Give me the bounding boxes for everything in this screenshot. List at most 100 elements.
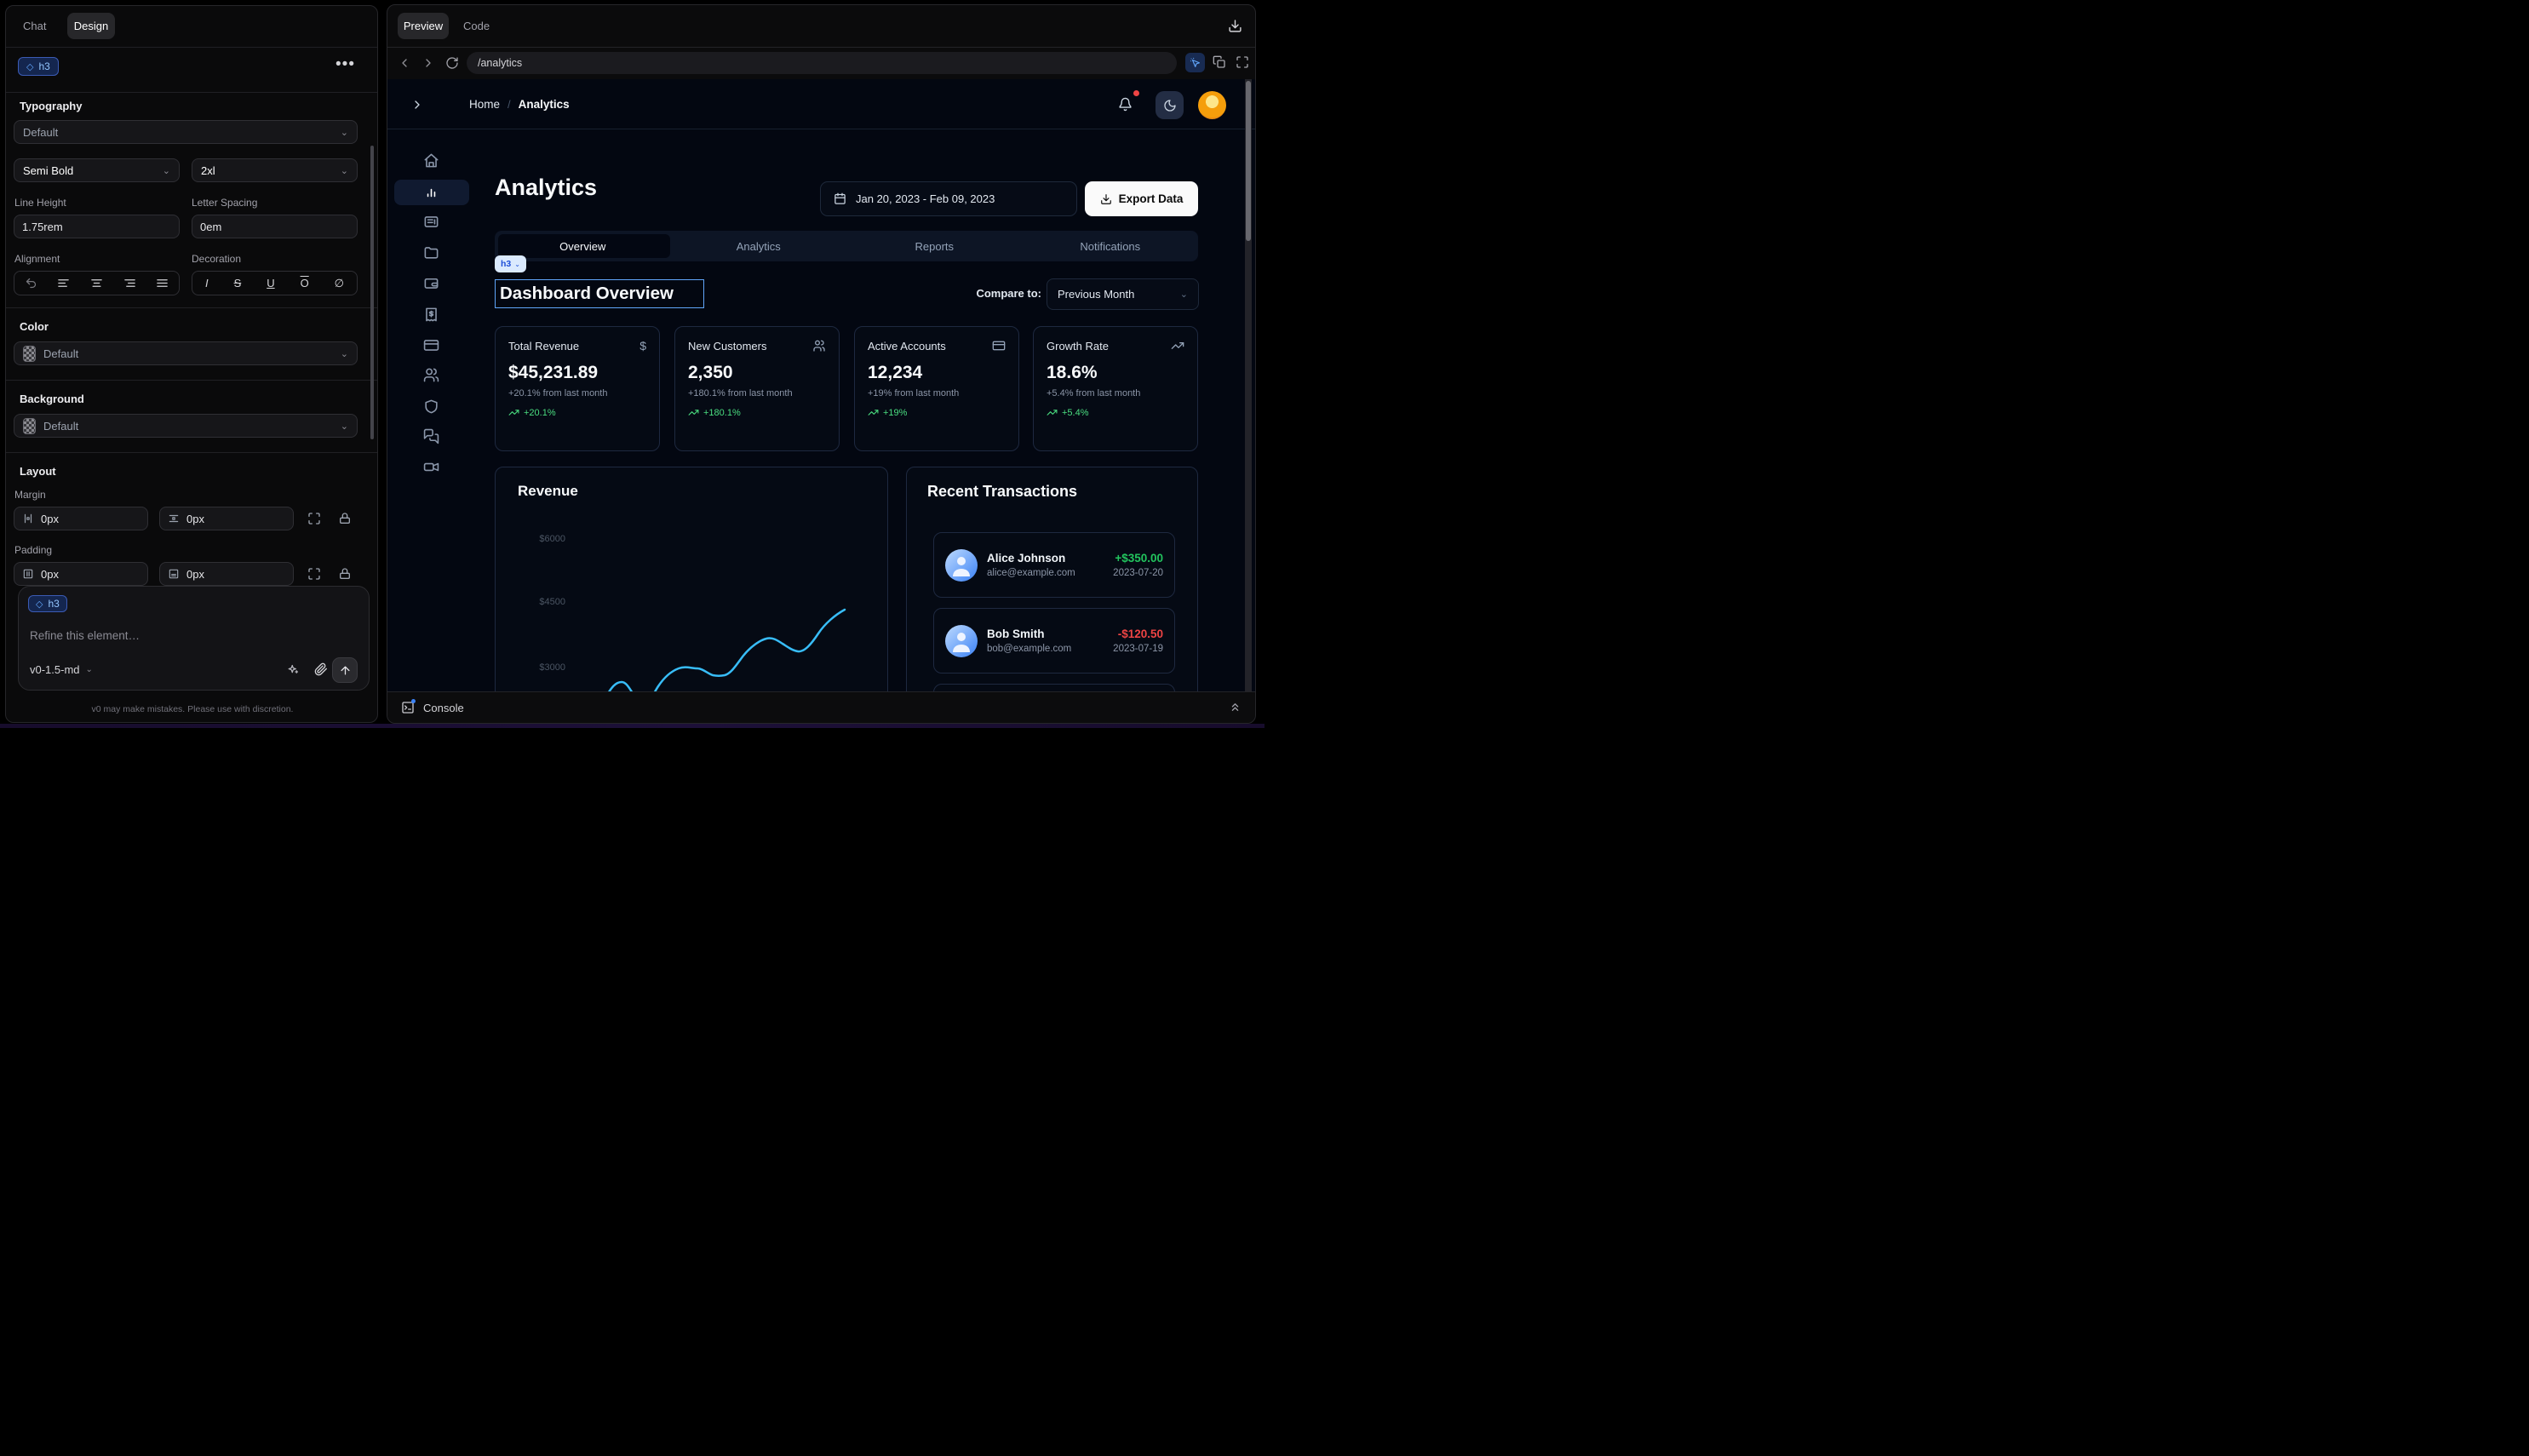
strikethrough-button[interactable]: S (234, 277, 242, 289)
color-swatch-icon (23, 346, 36, 362)
preview-tab[interactable]: Preview (398, 13, 449, 39)
model-select[interactable]: v0-1.5-md ⌄ (30, 663, 93, 676)
attach-file-button[interactable] (314, 662, 328, 676)
padding-lock-button[interactable] (338, 567, 352, 581)
letter-spacing-label: Letter Spacing (192, 197, 257, 209)
newspaper-icon[interactable] (423, 214, 439, 230)
receipt-icon[interactable] (423, 307, 439, 323)
refresh-button[interactable] (445, 56, 459, 70)
letter-spacing-input[interactable]: 0em (192, 215, 358, 238)
home-icon[interactable] (423, 152, 439, 169)
background-select[interactable]: Default ⌄ (14, 414, 358, 438)
wallet-icon[interactable] (423, 275, 439, 291)
diamond-icon: ◇ (26, 61, 33, 72)
background-section-label: Background (20, 393, 84, 405)
margin-lock-button[interactable] (338, 512, 352, 525)
avatar[interactable] (1198, 91, 1226, 119)
send-button[interactable] (332, 657, 358, 683)
font-family-select[interactable]: Default ⌄ (14, 120, 358, 144)
video-icon[interactable] (423, 459, 439, 475)
chat-context-badge[interactable]: ◇ h3 (28, 595, 67, 612)
stat-subtext: +180.1% from last month (688, 388, 826, 398)
credit-card-icon (992, 339, 1006, 353)
bar-chart-icon[interactable] (423, 185, 439, 201)
shield-icon[interactable] (423, 398, 439, 415)
padding-x-input[interactable]: 0px (14, 562, 148, 586)
selected-heading-outline[interactable]: Dashboard Overview (495, 279, 704, 308)
padding-x-icon (22, 568, 34, 580)
padding-expand-button[interactable] (307, 567, 321, 581)
stat-value: 2,350 (688, 363, 826, 383)
tab-analytics[interactable]: Analytics (671, 240, 847, 253)
breadcrumb-home[interactable]: Home (469, 98, 500, 111)
tab-overview[interactable]: Overview (495, 240, 671, 253)
margin-y-input[interactable]: 0px (159, 507, 294, 530)
sidebar-toggle-icon[interactable] (410, 98, 424, 112)
copy-window-icon[interactable] (1213, 55, 1226, 69)
selected-element-badge[interactable]: ◇ h3 (18, 57, 59, 76)
padding-y-value: 0px (186, 568, 204, 581)
sidebar-tab-chat[interactable]: Chat (23, 20, 46, 32)
transaction-row[interactable]: Alice Johnson alice@example.com +$350.00… (933, 532, 1175, 598)
element-options-button[interactable]: ••• (335, 55, 355, 74)
enhance-prompt-button[interactable] (287, 663, 300, 676)
chevron-down-icon: ⌄ (514, 261, 520, 268)
messages-icon[interactable] (423, 428, 439, 444)
overline-button[interactable]: O (301, 277, 309, 289)
revenue-chart-card: Revenue $6000 $4500 $3000 (495, 467, 888, 691)
stat-title: Total Revenue (508, 340, 579, 353)
font-weight-select[interactable]: Semi Bold ⌄ (14, 158, 180, 182)
refine-input[interactable]: Refine this element… (30, 629, 140, 642)
align-left-button[interactable] (57, 277, 70, 289)
code-tab[interactable]: Code (463, 20, 490, 32)
margin-expand-button[interactable] (307, 512, 321, 525)
italic-button[interactable]: I (205, 277, 209, 289)
export-data-button[interactable]: Export Data (1085, 181, 1198, 216)
margin-x-icon (22, 513, 34, 525)
compare-value: Previous Month (1058, 288, 1134, 301)
undo-alignment-button[interactable] (25, 277, 37, 289)
app-scrollbar-thumb[interactable] (1246, 81, 1251, 241)
inspect-mode-button[interactable] (1185, 53, 1205, 72)
folder-icon[interactable] (423, 244, 439, 261)
back-button[interactable] (398, 56, 411, 70)
margin-x-input[interactable]: 0px (14, 507, 148, 530)
line-height-input[interactable]: 1.75rem (14, 215, 180, 238)
decoration-label: Decoration (192, 253, 241, 265)
fullscreen-icon[interactable] (1236, 55, 1249, 69)
transaction-row[interactable]: Bob Smith bob@example.com -$120.50 2023-… (933, 608, 1175, 674)
url-bar[interactable]: /analytics (467, 52, 1177, 74)
tab-notifications[interactable]: Notifications (1023, 240, 1199, 253)
no-decoration-button[interactable]: ∅ (335, 277, 344, 290)
sidebar-tab-design[interactable]: Design (67, 13, 115, 39)
color-select[interactable]: Default ⌄ (14, 341, 358, 365)
align-right-button[interactable] (123, 277, 136, 289)
users-icon[interactable] (423, 367, 439, 383)
padding-x-value: 0px (41, 568, 59, 581)
bell-icon[interactable] (1118, 97, 1133, 112)
left-scrollbar[interactable] (370, 146, 374, 439)
revenue-line-chart (496, 467, 889, 691)
chevrons-up-icon[interactable] (1229, 701, 1242, 714)
date-range-button[interactable]: Jan 20, 2023 - Feb 09, 2023 (820, 181, 1077, 216)
transaction-amount: -$120.50 (1113, 628, 1163, 640)
forward-button[interactable] (422, 56, 435, 70)
selection-chip[interactable]: h3 ⌄ (495, 255, 526, 272)
compare-select[interactable]: Previous Month ⌄ (1047, 278, 1199, 310)
font-size-select[interactable]: 2xl ⌄ (192, 158, 358, 182)
tab-reports[interactable]: Reports (846, 240, 1023, 253)
download-icon[interactable] (1228, 19, 1242, 33)
chat-context-label: h3 (48, 598, 59, 610)
align-justify-button[interactable] (156, 277, 169, 289)
transaction-row[interactable] (933, 684, 1175, 691)
moon-icon (1163, 99, 1177, 112)
selected-element-label: h3 (38, 60, 49, 72)
transaction-email: bob@example.com (987, 644, 1071, 654)
console-bar[interactable]: Console (387, 691, 1255, 723)
credit-card-icon[interactable] (423, 337, 439, 353)
padding-y-input[interactable]: 0px (159, 562, 294, 586)
underline-button[interactable]: U (267, 277, 274, 289)
theme-toggle-button[interactable] (1156, 91, 1184, 119)
align-center-button[interactable] (90, 277, 103, 289)
layout-section-label: Layout (20, 465, 56, 478)
